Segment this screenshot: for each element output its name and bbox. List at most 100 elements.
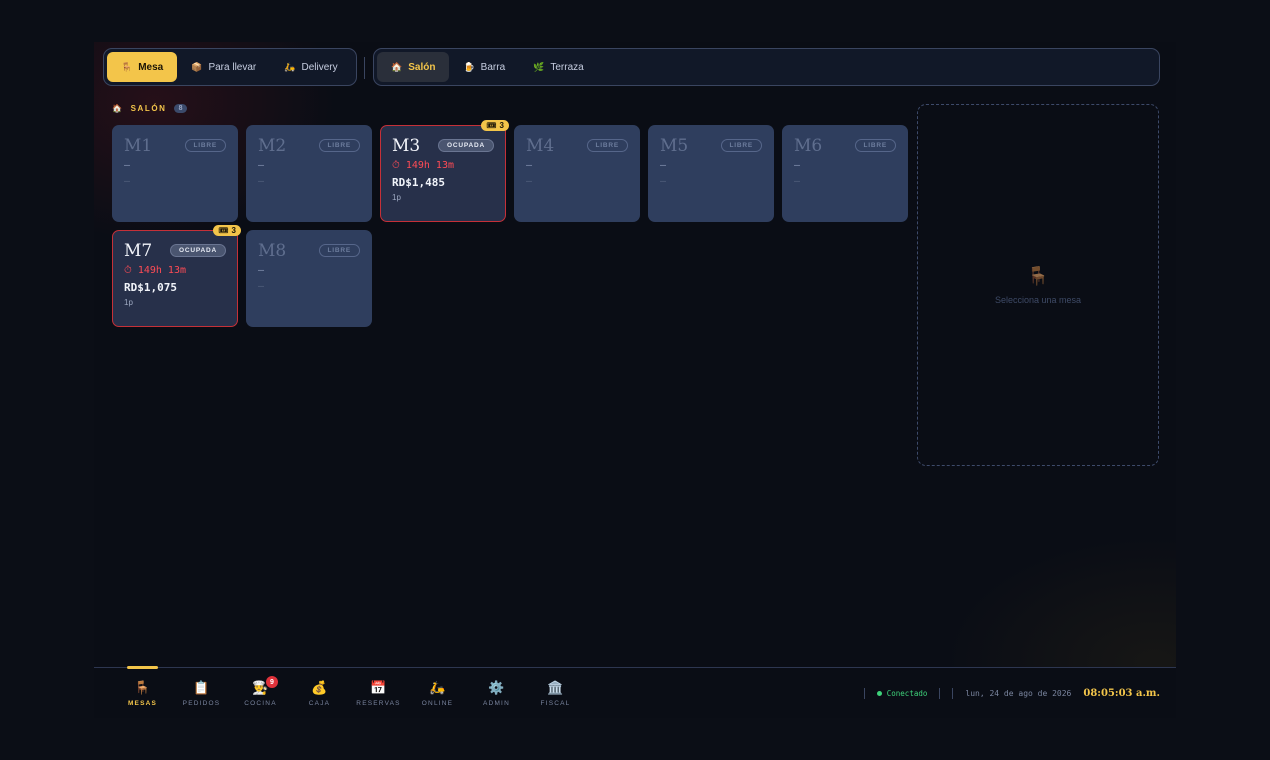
status-badge: LIBRE	[318, 244, 360, 257]
table-timer: —	[124, 160, 131, 171]
beer-icon: 🍺	[463, 61, 475, 72]
table-timer: —	[660, 160, 667, 171]
table-detail-panel: 🪑 Selecciona una mesa	[917, 104, 1159, 466]
bottom-nav: 🪑 MESAS 📋 PEDIDOS 👨‍🍳 9 COCINA 💰 CAJA 📅 …	[113, 666, 585, 718]
connection-status: Conectado	[876, 689, 928, 698]
table-amount: —	[526, 176, 533, 187]
order-count-badge: 🎟 3	[481, 120, 509, 131]
table-timer: —	[258, 265, 265, 276]
nav-item-mesas[interactable]: 🪑 MESAS	[113, 666, 172, 718]
status-divider	[952, 688, 954, 699]
toolbar-divider	[364, 57, 365, 79]
nav-item-pedidos[interactable]: 📋 PEDIDOS	[172, 668, 231, 718]
order-type-label: Mesa	[138, 61, 164, 73]
clipboard-icon: 📋	[193, 680, 210, 696]
section-title: SALÓN	[130, 104, 167, 113]
calendar-icon: 📅	[370, 680, 387, 696]
status-badge: LIBRE	[854, 139, 896, 152]
table-timer: —	[794, 160, 801, 171]
nav-item-fiscal[interactable]: 🏛️ FISCAL	[526, 668, 585, 718]
ticket-icon: 🎟	[218, 226, 229, 235]
nav-item-online[interactable]: 🛵 ONLINE	[408, 668, 467, 718]
order-type-para-llevar[interactable]: 📦 Para llevar	[177, 52, 270, 82]
zone-tab-barra[interactable]: 🍺 Barra	[449, 52, 519, 82]
table-amount: —	[794, 176, 801, 187]
table-card-m1[interactable]: M1 LIBRE — —	[112, 125, 238, 222]
order-type-label: Delivery	[301, 61, 338, 73]
table-card-m6[interactable]: M6 LIBRE — —	[782, 125, 908, 222]
nav-item-admin[interactable]: ⚙️ ADMIN	[467, 668, 526, 718]
order-type-label: Para llevar	[208, 61, 257, 73]
order-type-switcher: 🪑 Mesa 📦 Para llevar 🛵 Delivery	[103, 48, 357, 86]
table-amount: RD$1,485	[392, 176, 445, 189]
money-bag-icon: 💰	[311, 680, 328, 696]
nav-label: ADMIN	[483, 699, 510, 707]
current-date: lun, 24 de ago de 2026	[965, 689, 1072, 698]
table-amount: RD$1,075	[124, 281, 177, 294]
nav-item-caja[interactable]: 💰 CAJA	[290, 668, 349, 718]
bottom-bar: 🪑 MESAS 📋 PEDIDOS 👨‍🍳 9 COCINA 💰 CAJA 📅 …	[94, 666, 1176, 718]
table-card-m3[interactable]: 🎟 3 M3 OCUPADA ⏱ 149h 13m RD$1,485 1p	[380, 120, 509, 222]
plant-icon: 🌿	[533, 61, 545, 72]
order-type-delivery[interactable]: 🛵 Delivery	[270, 52, 351, 82]
table-card-m2[interactable]: M2 LIBRE — —	[246, 125, 372, 222]
table-grid: M1 LIBRE — — M2 LIBRE — — 🎟 3 M3 OCUPADA…	[112, 120, 908, 327]
nav-label: COCINA	[244, 699, 277, 707]
nav-item-reservas[interactable]: 📅 RESERVAS	[349, 668, 408, 718]
zone-tab-label: Salón	[408, 61, 436, 73]
table-amount: —	[660, 176, 667, 187]
table-timer: ⏱ 149h 13m	[392, 160, 454, 171]
table-timer: ⏱ 149h 13m	[124, 265, 186, 276]
app-window: 🪑 Mesa 📦 Para llevar 🛵 Delivery 🏠 Salón …	[94, 42, 1176, 718]
table-card-m5[interactable]: M5 LIBRE — —	[648, 125, 774, 222]
house-icon: 🏠	[112, 104, 124, 113]
chair-icon: 🪑	[121, 61, 133, 72]
zone-tab-terraza[interactable]: 🌿 Terraza	[519, 52, 598, 82]
table-card-m4[interactable]: M4 LIBRE — —	[514, 125, 640, 222]
connection-label: Conectado	[886, 689, 928, 698]
status-badge: OCUPADA	[170, 244, 226, 257]
status-divider	[939, 688, 941, 699]
zone-tab-salon[interactable]: 🏠 Salón	[377, 52, 450, 82]
nav-label: PEDIDOS	[182, 699, 221, 707]
house-icon: 🏠	[391, 61, 403, 72]
gear-icon: ⚙️	[488, 680, 505, 696]
nav-item-cocina[interactable]: 👨‍🍳 9 COCINA	[231, 668, 290, 718]
scooter-icon: 🛵	[284, 61, 296, 72]
chair-icon: 🪑	[134, 680, 151, 696]
table-timer: —	[258, 160, 265, 171]
scooter-icon: 🛵	[429, 680, 446, 696]
status-badge: OCUPADA	[438, 139, 494, 152]
chair-icon: 🪑	[1026, 265, 1050, 287]
current-time: 08:05:03 a.m.	[1083, 688, 1160, 699]
order-type-mesa[interactable]: 🪑 Mesa	[107, 52, 178, 82]
ticket-icon: 🎟	[486, 121, 497, 130]
table-card-m8[interactable]: M8 LIBRE — —	[246, 230, 372, 327]
table-amount: —	[258, 176, 265, 187]
empty-state-hint: Selecciona una mesa	[994, 294, 1082, 305]
order-count-badge: 🎟 3	[213, 225, 241, 236]
table-amount: —	[258, 281, 265, 292]
nav-label: MESAS	[127, 699, 158, 707]
zone-tab-label: Terraza	[550, 61, 584, 73]
nav-label: ONLINE	[421, 699, 454, 707]
section-count-badge: 8	[173, 104, 188, 113]
status-badge: LIBRE	[586, 139, 628, 152]
notification-badge: 9	[266, 676, 278, 688]
status-badge: LIBRE	[318, 139, 360, 152]
status-bar: Conectado lun, 24 de ago de 2026 08:05:0…	[863, 668, 1160, 718]
nav-label: RESERVAS	[356, 699, 401, 707]
zone-switcher: 🏠 Salón 🍺 Barra 🌿 Terraza	[373, 48, 1160, 86]
nav-label: FISCAL	[540, 699, 571, 707]
status-badge: LIBRE	[184, 139, 226, 152]
table-people: 1p	[124, 298, 133, 307]
status-badge: LIBRE	[720, 139, 762, 152]
nav-label: CAJA	[308, 699, 331, 707]
table-people: 1p	[392, 193, 401, 202]
table-timer: —	[526, 160, 533, 171]
bank-icon: 🏛️	[547, 680, 564, 696]
table-card-m7[interactable]: 🎟 3 M7 OCUPADA ⏱ 149h 13m RD$1,075 1p	[112, 225, 241, 327]
package-icon: 📦	[191, 61, 203, 72]
order-count: 3	[499, 121, 504, 130]
status-dot-icon	[876, 691, 882, 696]
